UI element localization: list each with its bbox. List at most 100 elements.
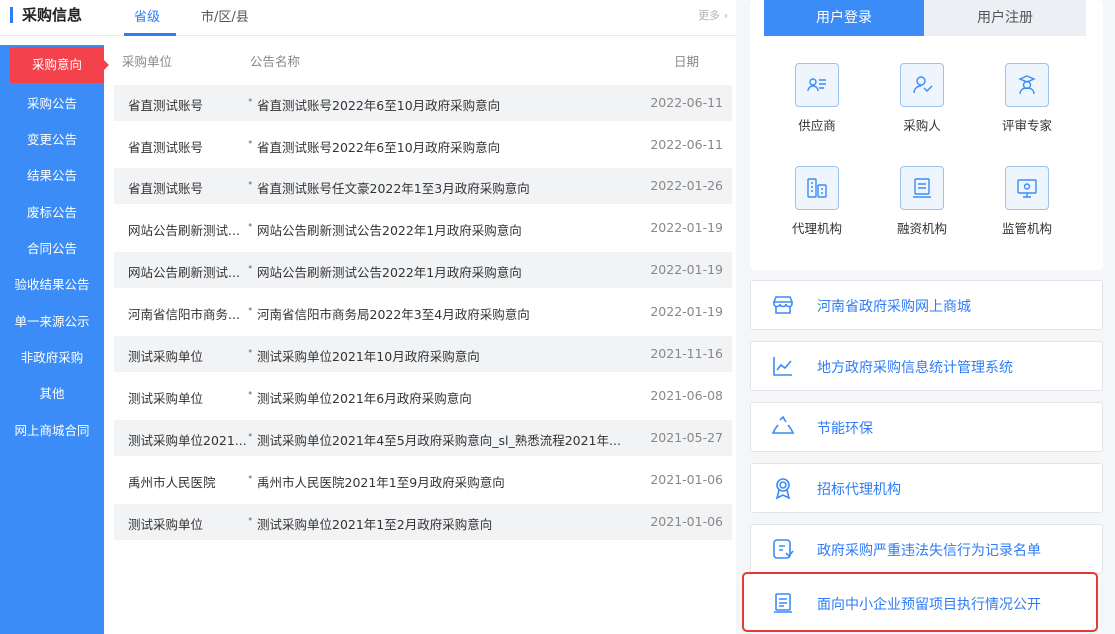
row-title[interactable]: 省直测试账号2022年6至10月政府采购意向 [257,95,627,114]
table-row[interactable]: 测试采购单位 • 测试采购单位2021年10月政府采购意向 2021-11-16 [114,336,732,372]
purchaser-icon [900,63,944,107]
link-statistics-system[interactable]: 地方政府采购信息统计管理系统 [750,341,1103,391]
table-row[interactable]: 测试采购单位2021... • 测试采购单位2021年4至5月政府采购意向_sl… [114,420,732,456]
bullet-icon: • [247,429,254,442]
bullet-icon: • [247,261,254,274]
document-icon [774,593,792,613]
row-title[interactable]: 省直测试账号任文豪2022年1至3月政府采购意向 [257,178,627,197]
table-row[interactable]: 测试采购单位 • 测试采购单位2021年1至2月政府采购意向 2021-01-0… [114,504,732,540]
sidebar-item-contract-notice[interactable]: 合同公告 [0,231,104,267]
link-online-mall[interactable]: 河南省政府采购网上商城 [750,280,1103,330]
row-title[interactable]: 测试采购单位2021年1至2月政府采购意向 [257,514,627,533]
row-date: 2021-06-08 [650,388,723,403]
table-row[interactable]: 网站公告刷新测试... • 网站公告刷新测试公告2022年1月政府采购意向 20… [114,252,732,288]
title-accent-bar [10,7,13,23]
link-label: 地方政府采购信息统计管理系统 [817,360,1013,376]
table-row[interactable]: 网站公告刷新测试... • 网站公告刷新测试公告2022年1月政府采购意向 20… [114,210,732,246]
row-title[interactable]: 测试采购单位2021年10月政府采购意向 [257,346,627,365]
row-date: 2022-01-19 [650,304,723,319]
link-sme-reserved-projects[interactable]: 面向中小企业预留项目执行情况公开 [742,572,1098,632]
sidebar-item-single-source[interactable]: 单一来源公示 [0,304,104,340]
chevron-right-icon: › [723,9,728,22]
row-title[interactable]: 网站公告刷新测试公告2022年1月政府采购意向 [257,220,627,239]
regulator-icon [1005,166,1049,210]
role-purchaser[interactable]: 采购人 [882,63,962,134]
row-unit: 省直测试账号 [128,98,204,113]
link-label: 河南省政府采购网上商城 [817,299,971,315]
procurement-info-panel: 采购信息 省级 市/区/县 更多 › 采购意向 采购公告 变更公告 结果公告 废… [0,0,736,634]
row-title[interactable]: 测试采购单位2021年6月政府采购意向 [257,388,627,407]
row-date: 2021-01-06 [650,472,723,487]
expert-icon [1005,63,1049,107]
row-date: 2021-05-27 [650,430,723,445]
column-header-unit: 采购单位 [122,54,173,69]
supplier-icon [795,63,839,107]
row-title[interactable]: 禹州市人民医院2021年1至9月政府采购意向 [257,472,627,491]
store-icon [773,296,793,314]
row-title[interactable]: 省直测试账号2022年6至10月政府采购意向 [257,137,627,156]
table-row[interactable]: 省直测试账号 • 省直测试账号2022年6至10月政府采购意向 2022-06-… [114,127,732,163]
bullet-icon: • [247,387,254,400]
row-unit: 网站公告刷新测试... [128,265,240,280]
table-row[interactable]: 测试采购单位 • 测试采购单位2021年6月政府采购意向 2021-06-08 [114,378,732,414]
sidebar-item-mall-contract[interactable]: 网上商城合同 [0,413,104,449]
role-label: 代理机构 [791,221,842,236]
recycle-icon [771,415,795,434]
sidebar-item-change-notice[interactable]: 变更公告 [0,122,104,158]
tab-city-district[interactable]: 市/区/县 [201,6,249,25]
login-card: 用户登录 用户注册 供应商 采购人 评审专家 代理机构 融资机构 监管机构 [750,0,1103,270]
chart-icon [773,357,792,376]
tab-user-login[interactable]: 用户登录 [764,0,924,36]
role-supplier[interactable]: 供应商 [777,63,857,134]
sidebar-item-result-notice[interactable]: 结果公告 [0,158,104,194]
sidebar-item-abandoned-bid[interactable]: 废标公告 [0,195,104,231]
sidebar-item-other[interactable]: 其他 [0,376,104,412]
award-icon [775,478,791,500]
tab-user-register[interactable]: 用户注册 [924,0,1086,36]
sidebar-item-acceptance-result[interactable]: 验收结果公告 [0,267,104,303]
row-unit: 省直测试账号 [128,140,204,155]
link-energy-saving[interactable]: 节能环保 [750,402,1103,452]
role-regulator[interactable]: 监管机构 [987,166,1067,237]
more-label: 更多 [698,9,721,22]
role-label: 评审专家 [1001,118,1052,133]
row-date: 2021-11-16 [650,346,723,361]
sidebar-item-purchase-intention[interactable]: 采购意向 [10,47,109,83]
row-title[interactable]: 测试采购单位2021年4至5月政府采购意向_sl_熟悉流程2021年... [257,430,627,449]
sidebar-item-non-government[interactable]: 非政府采购 [0,340,104,376]
role-agency[interactable]: 代理机构 [777,166,857,237]
column-header-title: 公告名称 [250,54,301,69]
link-label: 政府采购严重违法失信行为记录名单 [817,543,1041,559]
link-label: 面向中小企业预留项目执行情况公开 [817,597,1041,613]
role-finance[interactable]: 融资机构 [882,166,962,237]
active-tab-indicator [124,33,176,36]
table-row[interactable]: 省直测试账号 • 省直测试账号2022年6至10月政府采购意向 2022-06-… [114,85,732,121]
row-unit: 测试采购单位 [128,517,204,532]
role-label: 供应商 [798,118,836,133]
row-unit: 测试采购单位 [128,349,204,364]
row-title[interactable]: 网站公告刷新测试公告2022年1月政府采购意向 [257,262,627,281]
row-date: 2022-01-19 [650,220,723,235]
agency-icon [795,166,839,210]
row-unit: 测试采购单位 [128,391,204,406]
role-label: 采购人 [903,118,941,133]
role-label: 监管机构 [1001,221,1052,236]
link-dishonesty-list[interactable]: 政府采购严重违法失信行为记录名单 [750,524,1103,574]
row-unit: 省直测试账号 [128,181,204,196]
link-label: 招标代理机构 [817,482,901,498]
more-link[interactable]: 更多 › [698,7,728,23]
link-label: 节能环保 [817,421,873,437]
role-expert[interactable]: 评审专家 [987,63,1067,134]
row-unit: 禹州市人民医院 [128,475,216,490]
tab-provincial[interactable]: 省级 [134,6,160,25]
table-row[interactable]: 禹州市人民医院 • 禹州市人民医院2021年1至9月政府采购意向 2021-01… [114,462,732,498]
row-title[interactable]: 河南省信阳市商务局2022年3至4月政府采购意向 [257,304,627,323]
table-row[interactable]: 省直测试账号 • 省直测试账号任文豪2022年1至3月政府采购意向 2022-0… [114,168,732,204]
category-sidebar: 采购意向 采购公告 变更公告 结果公告 废标公告 合同公告 验收结果公告 单一来… [0,45,109,634]
credit-icon [773,539,794,559]
table-row[interactable]: 河南省信阳市商务... • 河南省信阳市商务局2022年3至4月政府采购意向 2… [114,294,732,330]
bullet-icon: • [247,303,254,316]
bullet-icon: • [247,471,254,484]
sidebar-item-purchase-notice[interactable]: 采购公告 [0,86,104,122]
link-bidding-agency[interactable]: 招标代理机构 [750,463,1103,513]
